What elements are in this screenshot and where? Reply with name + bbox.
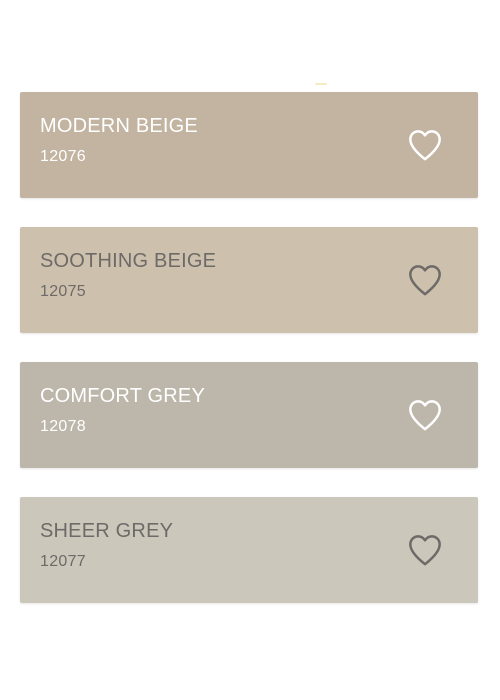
decorative-speck [315,83,327,85]
swatch-card[interactable]: SOOTHING BEIGE 12075 [20,227,478,333]
heart-outline-icon [409,400,441,431]
swatch-card[interactable]: MODERN BEIGE 12076 [20,92,478,198]
swatch-card[interactable]: COMFORT GREY 12078 [20,362,478,468]
heart-outline-icon [409,535,441,566]
swatch-code: 12075 [40,283,86,300]
heart-outline-icon [409,130,441,161]
swatch-card[interactable]: SHEER GREY 12077 [20,497,478,603]
swatch-name: SHEER GREY [40,520,174,542]
swatch-name: COMFORT GREY [40,385,206,407]
swatch-code: 12076 [40,148,86,165]
favorite-button[interactable] [405,260,445,300]
color-swatch-list: MODERN BEIGE 12076 SOOTHING BEIGE 12075 … [20,92,478,632]
swatch-code: 12078 [40,418,86,435]
swatch-name: SOOTHING BEIGE [40,250,217,272]
heart-outline-icon [409,265,441,296]
swatch-code: 12077 [40,553,86,570]
swatch-name: MODERN BEIGE [40,115,198,137]
favorite-button[interactable] [405,125,445,165]
favorite-button[interactable] [405,395,445,435]
favorite-button[interactable] [405,530,445,570]
